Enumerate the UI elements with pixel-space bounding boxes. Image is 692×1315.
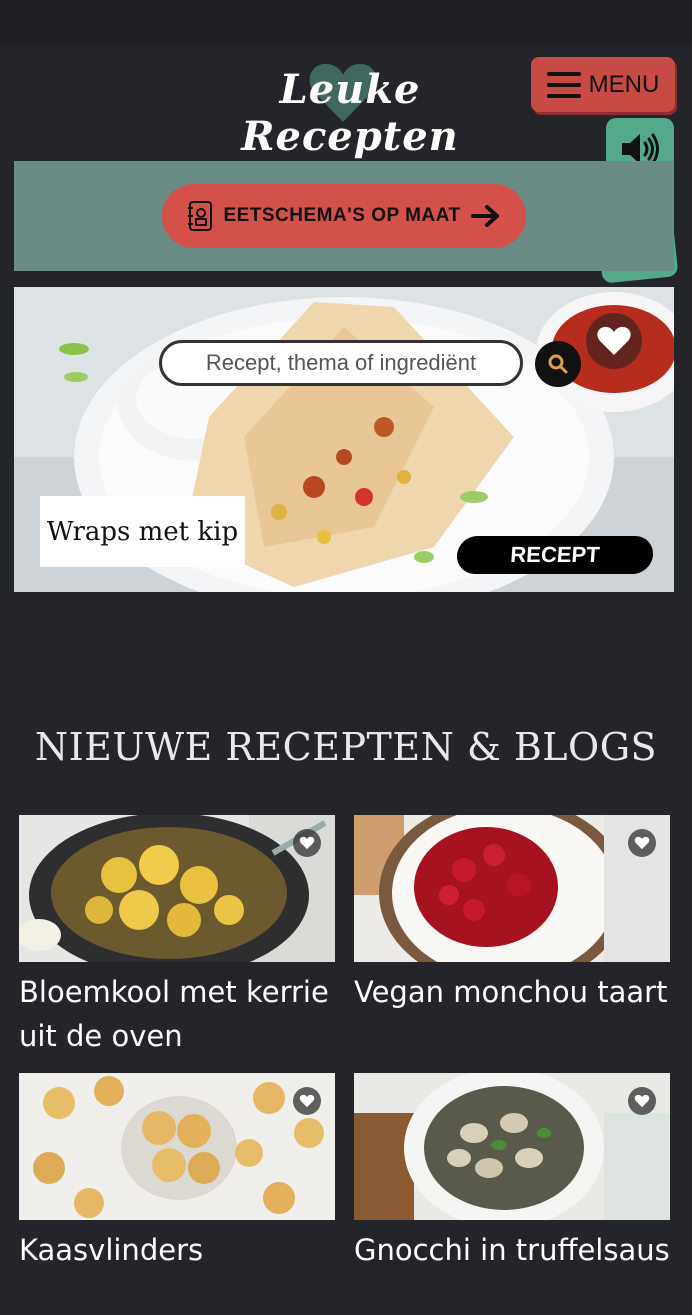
- recipe-image[interactable]: [19, 815, 335, 962]
- promo-banner: EETSCHEMA'S OP MAAT: [14, 161, 674, 271]
- monchou-taart-photo: [354, 815, 670, 962]
- recept-button[interactable]: RECEPT: [455, 536, 655, 574]
- card-favorite-button[interactable]: [293, 1087, 321, 1115]
- bloemkool-photo: [19, 815, 335, 962]
- logo-text: Leuke Recepten: [241, 66, 459, 160]
- heart-icon: [634, 836, 650, 850]
- eetschema-button[interactable]: EETSCHEMA'S OP MAAT: [162, 184, 526, 248]
- status-bar: [0, 0, 692, 44]
- card-favorite-button[interactable]: [628, 1087, 656, 1115]
- recipe-image[interactable]: [354, 1073, 670, 1220]
- card-favorite-button[interactable]: [293, 829, 321, 857]
- section-title: NIEUWE RECEPTEN & BLOGS: [34, 725, 658, 769]
- search-button[interactable]: [535, 341, 581, 387]
- favorite-button[interactable]: [586, 313, 642, 369]
- menu-button[interactable]: MENU: [531, 57, 675, 112]
- heart-icon: [597, 326, 631, 355]
- hamburger-icon: [546, 71, 581, 98]
- eetschema-label: EETSCHEMA'S OP MAAT: [223, 205, 461, 226]
- recipe-title[interactable]: Kaasvlinders: [19, 1228, 335, 1272]
- heart-icon: [634, 1094, 650, 1108]
- search-input[interactable]: [159, 340, 523, 386]
- recipe-title[interactable]: Bloemkool met kerrie uit de oven: [19, 970, 335, 1058]
- hero-image[interactable]: Wraps met kip RECEPT: [14, 287, 674, 592]
- hero-caption[interactable]: Wraps met kip: [40, 496, 245, 567]
- notebook-icon: [188, 201, 213, 231]
- search-icon: [548, 354, 568, 374]
- recipe-image[interactable]: [19, 1073, 335, 1220]
- recipe-title[interactable]: Gnocchi in truffelsaus: [354, 1228, 670, 1272]
- menu-label: MENU: [588, 70, 660, 98]
- arrow-right-icon: [470, 205, 499, 227]
- recipe-image[interactable]: [354, 815, 670, 962]
- kaasvlinders-photo: [19, 1073, 335, 1220]
- card-favorite-button[interactable]: [628, 829, 656, 857]
- heart-icon: [299, 1094, 315, 1108]
- site-logo[interactable]: Leuke Recepten: [190, 60, 510, 160]
- heart-icon: [299, 836, 315, 850]
- gnocchi-photo: [354, 1073, 670, 1220]
- recipe-title[interactable]: Vegan monchou taart: [354, 970, 670, 1014]
